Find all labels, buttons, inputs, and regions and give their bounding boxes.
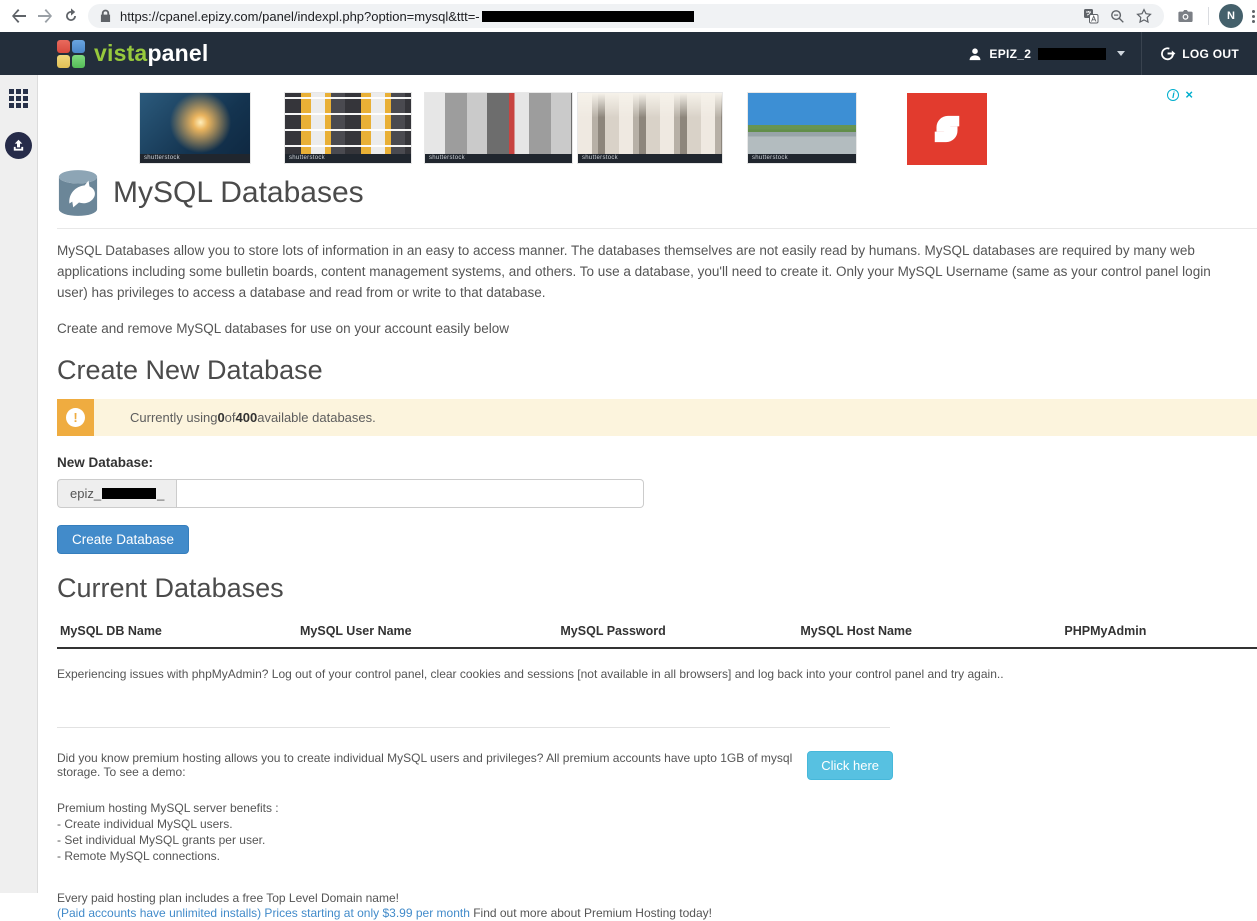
premium-pricing-rest: Find out more about Premium Hosting toda…	[470, 906, 712, 920]
star-icon	[1136, 8, 1152, 24]
bookmark-button[interactable]	[1136, 8, 1152, 24]
user-icon	[968, 47, 982, 61]
premium-benefits: Premium hosting MySQL server benefits : …	[57, 800, 1257, 864]
databases-used-count: 0	[217, 410, 224, 425]
premium-pricing-link[interactable]: (Paid accounts have unlimited installs) …	[57, 906, 470, 920]
section-divider	[57, 727, 890, 728]
benefit-item: - Create individual MySQL users.	[57, 816, 1257, 832]
username-text: EPIZ_2	[989, 47, 1031, 61]
browser-menu-button[interactable]	[1252, 10, 1255, 23]
phpmyadmin-note: Experiencing issues with phpMyAdmin? Log…	[57, 667, 1257, 681]
shutterstock-logo[interactable]	[907, 93, 987, 165]
warning-badge: !	[57, 399, 94, 436]
ad-image-door[interactable]: shutterstock	[140, 93, 250, 163]
back-button[interactable]	[6, 3, 32, 29]
upload-icon	[11, 138, 26, 153]
usage-alert-text: Currently using 0 of 400 available datab…	[94, 399, 376, 436]
redacted-username	[1038, 48, 1106, 60]
caret-down-icon	[1117, 51, 1125, 56]
adchoices-info-icon[interactable]: i	[1167, 89, 1179, 101]
left-sidebar	[0, 75, 38, 893]
ad-banner: shutterstock shutterstock shutterstock s…	[120, 88, 1197, 168]
pricing-line: (Paid accounts have unlimited installs) …	[57, 905, 1257, 921]
col-db-name: MySQL DB Name	[57, 618, 297, 648]
upload-button[interactable]	[5, 132, 32, 159]
col-host-name: MySQL Host Name	[797, 618, 1061, 648]
benefit-item: - Remote MySQL connections.	[57, 848, 1257, 864]
translate-icon	[1083, 8, 1099, 24]
mysql-database-icon	[57, 169, 99, 217]
translate-button[interactable]	[1083, 8, 1099, 24]
logout-label: LOG OUT	[1182, 47, 1239, 61]
logout-icon	[1160, 46, 1176, 61]
vistapanel-header: vistapanel EPIZ_2 LOG OUT	[0, 32, 1257, 75]
databases-table: MySQL DB Name MySQL User Name MySQL Pass…	[57, 618, 1257, 649]
warning-icon: !	[66, 408, 85, 427]
ad-image-elevator[interactable]: shutterstock	[578, 93, 722, 163]
benefit-item: - Set individual MySQL grants per user.	[57, 832, 1257, 848]
ad-image-templates[interactable]: shutterstock	[285, 93, 411, 163]
shutterstock-logo-icon	[926, 108, 968, 150]
benefits-title: Premium hosting MySQL server benefits :	[57, 800, 1257, 816]
camera-icon	[1177, 8, 1194, 25]
reload-button[interactable]	[58, 3, 84, 29]
apps-grid-icon[interactable]	[9, 89, 28, 108]
title-divider	[57, 228, 1257, 229]
new-database-input-group: epiz__	[57, 479, 644, 508]
brand-name: vistapanel	[94, 40, 209, 67]
database-prefix-addon: epiz__	[57, 479, 177, 508]
current-databases-heading: Current Databases	[57, 573, 1257, 604]
ad-image-collage[interactable]: shutterstock	[425, 93, 572, 163]
lock-icon	[100, 9, 111, 23]
ad-close-icon[interactable]: ×	[1185, 89, 1193, 101]
screenshot-extension-button[interactable]	[1172, 3, 1198, 29]
ad-watermark: shutterstock	[140, 154, 250, 163]
usage-alert: ! Currently using 0 of 400 available dat…	[57, 399, 1257, 436]
col-phpmyadmin: PHPMyAdmin	[1061, 618, 1257, 648]
reload-icon	[63, 8, 79, 24]
databases-total-count: 400	[236, 410, 258, 425]
col-user-name: MySQL User Name	[297, 618, 557, 648]
browser-toolbar: https://cpanel.epizy.com/panel/indexpl.p…	[0, 0, 1257, 32]
forward-button[interactable]	[32, 3, 58, 29]
zoom-out-icon	[1110, 9, 1125, 24]
create-database-heading: Create New Database	[57, 355, 1257, 386]
url-text: https://cpanel.epizy.com/panel/indexpl.p…	[120, 9, 480, 24]
back-arrow-icon	[11, 8, 27, 24]
premium-demo-text: Did you know premium hosting allows you …	[57, 751, 807, 779]
zoom-button[interactable]	[1110, 9, 1125, 24]
redacted-account-id	[102, 488, 156, 499]
account-menu[interactable]: EPIZ_2	[952, 32, 1141, 75]
forward-arrow-icon	[37, 8, 53, 24]
intro-paragraph: MySQL Databases allow you to store lots …	[57, 241, 1241, 304]
toolbar-divider	[1208, 7, 1209, 25]
new-database-label: New Database:	[57, 455, 1257, 470]
col-password: MySQL Password	[557, 618, 797, 648]
browser-profile-avatar[interactable]: N	[1219, 4, 1243, 28]
logout-button[interactable]: LOG OUT	[1142, 32, 1257, 75]
create-database-button[interactable]: Create Database	[57, 525, 189, 554]
new-database-input[interactable]	[177, 479, 644, 508]
page-title: MySQL Databases	[113, 176, 364, 210]
browser-actions: N	[1172, 3, 1255, 29]
intro-paragraph-2: Create and remove MySQL databases for us…	[57, 321, 1257, 336]
click-here-button[interactable]: Click here	[807, 751, 893, 780]
address-bar[interactable]: https://cpanel.epizy.com/panel/indexpl.p…	[88, 4, 1164, 28]
redacted-url-token	[482, 11, 694, 22]
vistapanel-logo-icon	[57, 40, 85, 68]
ad-image-house[interactable]: shutterstock	[748, 93, 856, 163]
